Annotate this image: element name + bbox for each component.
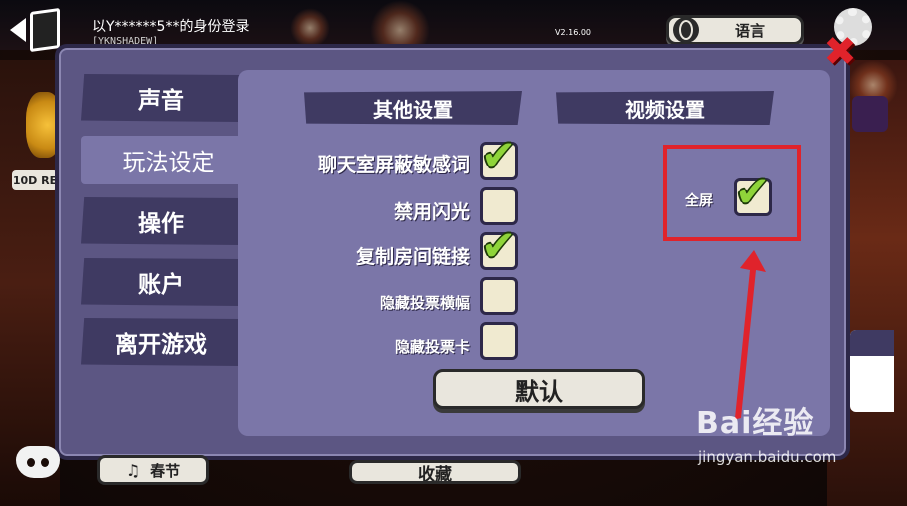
reward-label: 10D RE [12, 170, 58, 190]
annotation-highlight-box [663, 145, 801, 241]
hide-vote-card-checkbox[interactable] [480, 322, 518, 360]
option-label-disable-flash: 禁用闪光 [393, 201, 470, 223]
sidebar-item-sound[interactable]: 声音 [81, 74, 241, 122]
spring-festival-label: 春节 [150, 461, 181, 480]
sidebar-item-leave-game[interactable]: 离开游戏 [81, 318, 241, 366]
option-row: 复制房间链接 [238, 242, 470, 272]
option-row: 隐藏投票横幅 [238, 292, 470, 316]
spring-festival-button[interactable]: ♫ 春节 [97, 455, 209, 485]
option-row: 隐藏投票卡 [238, 336, 470, 360]
collection-button[interactable]: 收藏 [349, 460, 521, 484]
checkmark-icon: ✔ [481, 131, 517, 180]
disable-flash-checkbox[interactable] [480, 187, 518, 225]
profile-badge-icon[interactable] [852, 96, 888, 132]
watermark-url: jingyan.baidu.com [698, 448, 837, 466]
sidebar-item-controls[interactable]: 操作 [81, 197, 241, 245]
default-button[interactable]: 默认 [433, 369, 645, 409]
version-label: V2.16.00 [555, 28, 592, 37]
login-status-text: 以Y******5**的身份登录 [92, 19, 250, 35]
video-settings-title: 视频设置 [556, 91, 774, 125]
sidebar-item-account[interactable]: 账户 [81, 258, 241, 306]
discord-icon[interactable] [16, 446, 60, 478]
option-label-hide-vote-card: 隐藏投票卡 [394, 338, 470, 356]
baidu-watermark: Bai经验 jingyan.baidu.com [696, 398, 896, 488]
option-row: 聊天室屏蔽敏感词 [238, 150, 470, 180]
sidebar-item-gameplay[interactable]: 玩法设定 [81, 136, 256, 184]
exit-door-icon [30, 7, 60, 53]
watermark-logo: Bai经验 [696, 406, 815, 441]
globe-icon [673, 17, 699, 43]
language-button-label: 语言 [734, 21, 765, 40]
option-row: 禁用闪光 [238, 197, 470, 227]
copy-room-link-checkbox[interactable]: ✔ [480, 223, 518, 270]
firework-decoration [290, 8, 330, 48]
music-note-icon: ♫ [125, 460, 141, 480]
filter-words-checkbox[interactable]: ✔ [480, 133, 518, 180]
hide-vote-banner-checkbox[interactable] [480, 277, 518, 315]
other-settings-title: 其他设置 [304, 91, 522, 125]
option-label-filter-words: 聊天室屏蔽敏感词 [317, 154, 470, 176]
back-arrow-icon [10, 18, 26, 42]
option-label-copy-room-link: 复制房间链接 [355, 246, 470, 268]
checkmark-icon: ✔ [481, 221, 517, 270]
close-icon[interactable]: ✖ [820, 32, 860, 72]
language-button[interactable]: 语言 [666, 15, 804, 45]
option-label-hide-vote-banner: 隐藏投票横幅 [379, 294, 470, 312]
